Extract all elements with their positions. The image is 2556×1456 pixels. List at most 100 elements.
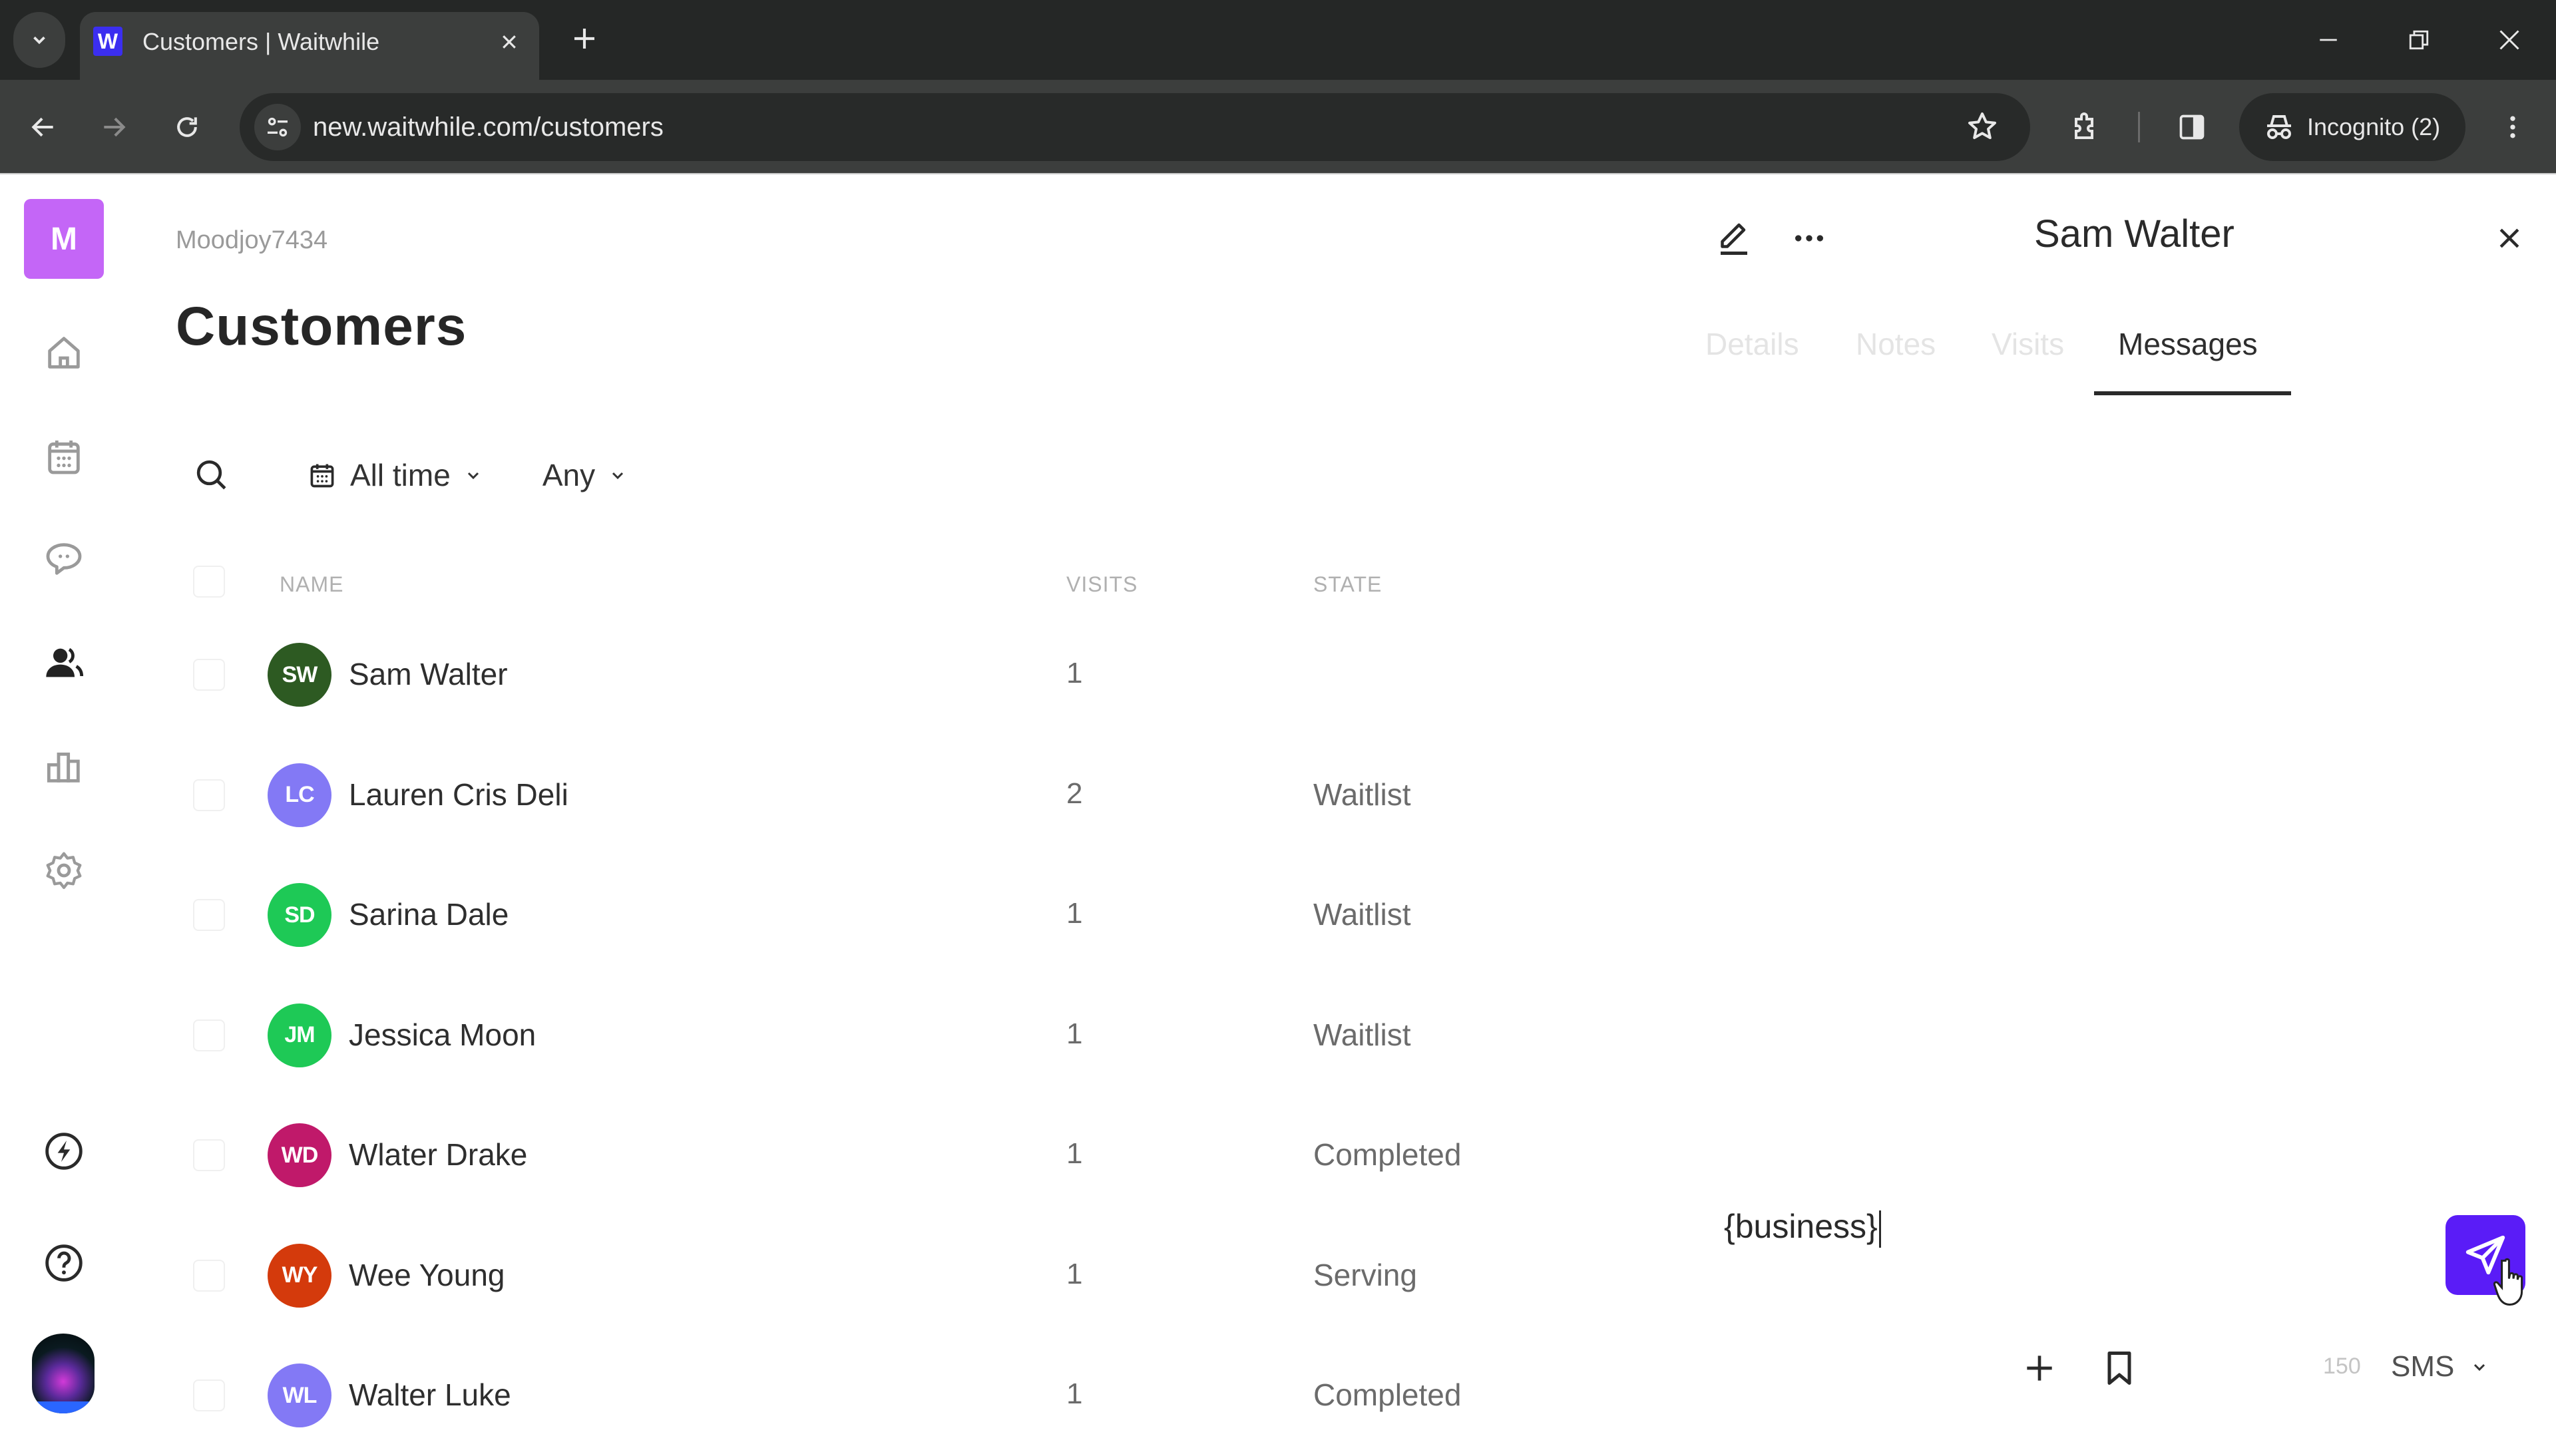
row-checkbox[interactable] — [193, 899, 225, 931]
incognito-icon — [2267, 115, 2291, 139]
customer-name[interactable]: Walter Luke — [349, 1377, 511, 1413]
bookmark-star-button[interactable] — [1961, 105, 2004, 148]
tab-visits[interactable]: Visits — [1992, 326, 2064, 362]
row-checkbox[interactable] — [193, 659, 225, 691]
more-actions-button[interactable] — [1783, 212, 1836, 265]
table-row[interactable]: LC Lauren Cris Deli 2 Waitlist — [193, 735, 1657, 856]
window-restore-button[interactable] — [2398, 19, 2440, 61]
tab-details[interactable]: Details — [1705, 326, 1799, 362]
customer-name-heading: Sam Walter — [2034, 212, 2235, 256]
chevron-down-icon — [2474, 1364, 2485, 1371]
browser-menu-button[interactable] — [2489, 104, 2536, 150]
sidebar-item-whats-new[interactable] — [37, 1125, 91, 1178]
new-tab-button[interactable] — [566, 20, 603, 57]
close-panel-button[interactable] — [2483, 212, 2536, 265]
gear-icon — [46, 852, 82, 889]
url-text: new.waitwhile.com/customers — [313, 112, 664, 142]
customer-name[interactable]: Wlater Drake — [349, 1137, 527, 1173]
sidebar-item-home[interactable] — [37, 176, 91, 229]
add-attachment-button[interactable] — [2013, 1342, 2066, 1395]
sidebar-item-help[interactable] — [37, 1236, 91, 1290]
browser-toolbar: new.waitwhile.com/customers Incognito (2… — [0, 80, 2556, 174]
customer-name[interactable]: Lauren Cris Deli — [349, 777, 568, 813]
channel-selector[interactable]: SMS — [2391, 1347, 2487, 1387]
table-row[interactable]: WY Wee Young 1 Serving — [193, 1216, 1657, 1336]
app-sidebar: M — [0, 176, 133, 1437]
row-checkbox[interactable] — [193, 1259, 225, 1292]
toolbar-divider — [2138, 112, 2140, 142]
browser-tab-active[interactable]: W Customers | Waitwhile — [80, 12, 539, 80]
sidebar-item-customers[interactable] — [37, 636, 91, 689]
window-minimize-button[interactable] — [2307, 19, 2350, 61]
chat-icon — [46, 543, 82, 575]
column-header-name[interactable]: NAME — [280, 572, 343, 597]
waitwhile-favicon-icon: W — [93, 27, 122, 56]
sidebar-item-messages[interactable] — [37, 532, 91, 586]
table-header: NAME VISITS STATE — [193, 548, 1657, 615]
column-header-state[interactable]: STATE — [1313, 572, 1382, 597]
table-row[interactable]: WL Walter Luke 1 Completed — [193, 1336, 1657, 1456]
customers-table: NAME VISITS STATE SW Sam Walter 1 LC Lauren … — [193, 548, 1657, 1456]
table-row[interactable]: SD Sarina Dale 1 Waitlist — [193, 855, 1657, 976]
message-input[interactable]: {business} — [1724, 1207, 1881, 1248]
tab-messages[interactable]: Messages — [2118, 326, 2258, 362]
customer-visits: 1 — [1066, 897, 1083, 930]
row-checkbox[interactable] — [193, 1019, 225, 1051]
sidebar-item-calendar[interactable] — [37, 430, 91, 483]
user-avatar[interactable] — [32, 1334, 95, 1413]
back-button[interactable] — [20, 104, 67, 150]
search-button[interactable] — [193, 449, 234, 502]
chevron-down-icon — [467, 472, 479, 480]
chevron-down-icon — [33, 36, 45, 45]
customer-name[interactable]: Sam Walter — [349, 656, 508, 692]
text-caret — [1878, 1210, 1881, 1248]
customer-avatar: WY — [268, 1243, 331, 1308]
active-tab-indicator — [2094, 391, 2291, 395]
window-close-button[interactable] — [2488, 19, 2531, 61]
extensions-button[interactable] — [2062, 104, 2109, 150]
sidebar-item-analytics[interactable] — [37, 740, 91, 793]
pencil-icon — [1721, 223, 1747, 255]
customer-visits: 1 — [1066, 1137, 1083, 1170]
site-info-button[interactable] — [254, 104, 301, 150]
lightning-icon — [45, 1133, 83, 1170]
org-name: Moodjoy7434 — [176, 226, 328, 254]
table-row[interactable]: JM Jessica Moon 1 Waitlist — [193, 976, 1657, 1096]
hand-pointer-cursor-icon — [2493, 1258, 2523, 1306]
tab-close-button[interactable] — [493, 25, 526, 59]
panel-tabs: Details Notes Visits Messages — [1691, 326, 2556, 399]
customer-state: Completed — [1313, 1137, 1462, 1172]
browser-tab-bar: W Customers | Waitwhile — [0, 0, 2556, 80]
customer-avatar: SD — [268, 883, 331, 947]
saved-replies-button[interactable] — [2093, 1342, 2146, 1395]
customer-name[interactable]: Jessica Moon — [349, 1017, 536, 1053]
select-all-checkbox[interactable] — [193, 566, 225, 598]
customer-name[interactable]: Sarina Dale — [349, 896, 509, 932]
row-checkbox[interactable] — [193, 779, 225, 811]
customer-visits: 1 — [1066, 1257, 1083, 1290]
tab-search-button[interactable] — [13, 12, 65, 68]
address-bar[interactable]: new.waitwhile.com/customers — [240, 93, 2030, 161]
row-checkbox[interactable] — [193, 1379, 225, 1411]
row-checkbox[interactable] — [193, 1139, 225, 1171]
sidebar-item-home[interactable] — [37, 326, 91, 379]
side-panel-button[interactable] — [2169, 104, 2215, 150]
customer-name[interactable]: Wee Young — [349, 1257, 505, 1293]
close-icon — [2499, 30, 2519, 50]
customer-visits: 1 — [1066, 657, 1083, 689]
help-icon — [45, 1244, 83, 1282]
column-header-visits[interactable]: VISITS — [1066, 572, 1138, 597]
tab-notes[interactable]: Notes — [1856, 326, 1936, 362]
reload-button[interactable] — [164, 104, 210, 150]
customer-detail-panel: Sam Walter Details Notes Visits Messages… — [1691, 176, 2556, 1437]
forward-button[interactable] — [91, 104, 137, 150]
state-filter[interactable]: Any — [542, 449, 626, 502]
customers-page: Moodjoy7434 Customers All time Any NAME … — [133, 176, 1691, 1437]
table-row[interactable]: WD Wlater Drake 1 Completed — [193, 1095, 1657, 1216]
date-range-filter[interactable]: All time — [308, 449, 481, 502]
table-row[interactable]: SW Sam Walter 1 — [193, 615, 1657, 735]
arrow-left-icon — [31, 117, 53, 137]
edit-customer-button[interactable] — [1707, 212, 1761, 265]
incognito-indicator[interactable]: Incognito (2) — [2239, 93, 2465, 161]
sidebar-item-settings[interactable] — [37, 844, 91, 897]
